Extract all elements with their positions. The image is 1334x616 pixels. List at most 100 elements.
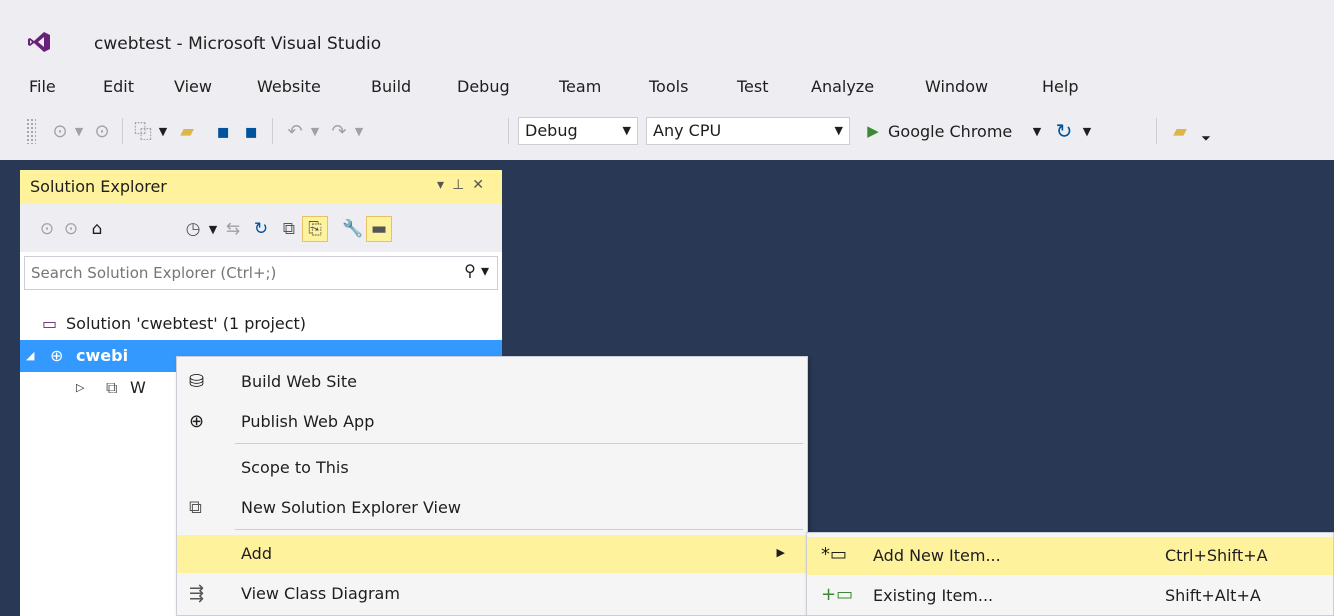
menu-item-existing-item[interactable]: +▭ Existing Item... Shift+Alt+A xyxy=(807,577,1333,615)
chevron-down-icon[interactable]: ▼ xyxy=(1080,117,1094,145)
menu-view[interactable]: View xyxy=(171,72,215,102)
menu-edit[interactable]: Edit xyxy=(100,72,137,102)
menu-item-view-class-diagram[interactable]: ⇶ View Class Diagram xyxy=(177,575,807,613)
solution-configuration-value: Debug xyxy=(525,121,578,140)
chevron-down-icon[interactable]: ▼ xyxy=(308,117,322,145)
menu-tools[interactable]: Tools xyxy=(646,72,691,102)
undo-icon[interactable]: ↶ xyxy=(282,117,308,145)
menu-bar: File Edit View Website Build Debug Team … xyxy=(0,72,1334,102)
back-icon[interactable]: ⊙ xyxy=(34,216,60,242)
menu-analyze[interactable]: Analyze xyxy=(808,72,877,102)
menu-window[interactable]: Window xyxy=(922,72,991,102)
menu-separator xyxy=(235,529,803,530)
start-debugging-icon[interactable]: ▶ xyxy=(862,117,884,145)
title-bar: cwebtest - Microsoft Visual Studio xyxy=(0,0,1334,62)
solution-configuration-dropdown[interactable]: Debug ▼ xyxy=(518,117,638,145)
chevron-down-icon[interactable]: ▼ xyxy=(352,117,366,145)
chevron-down-icon[interactable]: ▼ xyxy=(206,216,220,242)
chevron-down-icon[interactable]: ▼ xyxy=(1030,117,1044,145)
open-folder-icon[interactable]: ▰ xyxy=(174,117,200,145)
chevron-down-icon: ▼ xyxy=(834,124,843,137)
menu-team[interactable]: Team xyxy=(556,72,604,102)
menu-test[interactable]: Test xyxy=(734,72,772,102)
menu-item-new-solution-explorer-view[interactable]: ⧉ New Solution Explorer View xyxy=(177,489,807,527)
solution-explorer-search[interactable]: ⚲ ▾ xyxy=(24,256,498,290)
preview-selected-items-icon[interactable]: ▬ xyxy=(366,216,392,242)
menu-item-shortcut: Ctrl+Shift+A xyxy=(1165,546,1268,565)
save-all-icon[interactable]: ▪ xyxy=(238,117,264,145)
toolbar-options-icon[interactable]: ⏷ xyxy=(1196,124,1216,152)
menu-item-label: View Class Diagram xyxy=(241,584,400,603)
menu-separator xyxy=(235,443,803,444)
context-menu: ⛁ Build Web Site ⊕ Publish Web App Scope… xyxy=(176,356,808,616)
submenu-arrow-icon: ▶ xyxy=(776,546,785,559)
menu-item-shortcut: Shift+Alt+A xyxy=(1165,586,1261,605)
class-diagram-icon: ⇶ xyxy=(189,583,205,604)
toolbar-separator xyxy=(1156,118,1157,144)
menu-item-label: Scope to This xyxy=(241,458,349,477)
web-references-icon: ⧉ xyxy=(106,378,118,397)
publish-globe-icon: ⊕ xyxy=(189,411,205,432)
menu-website[interactable]: Website xyxy=(254,72,324,102)
pending-changes-filter-icon[interactable]: ◷ xyxy=(180,216,206,242)
menu-item-label: Publish Web App xyxy=(241,412,375,431)
chevron-down-icon: ▼ xyxy=(622,124,631,137)
forward-icon[interactable]: ⊙ xyxy=(58,216,84,242)
menu-item-build-web-site[interactable]: ⛁ Build Web Site xyxy=(177,363,807,401)
menu-item-add-new-item[interactable]: *▭ Add New Item... Ctrl+Shift+A xyxy=(807,537,1333,575)
solution-icon: ▭ xyxy=(42,314,58,333)
chevron-down-icon[interactable]: ▼ xyxy=(72,117,86,145)
menu-item-add[interactable]: Add ▶ xyxy=(177,535,807,573)
toolbar-separator xyxy=(272,118,273,144)
redo-icon[interactable]: ↷ xyxy=(326,117,352,145)
menu-debug[interactable]: Debug xyxy=(454,72,513,102)
menu-item-publish-web-app[interactable]: ⊕ Publish Web App xyxy=(177,403,807,441)
existing-item-icon: +▭ xyxy=(821,584,854,605)
panel-window-buttons: ▾⊥✕ xyxy=(437,177,492,193)
show-all-files-icon[interactable]: ⎘ xyxy=(302,216,328,242)
visual-studio-logo-icon xyxy=(28,32,50,52)
refresh-icon[interactable]: ↻ xyxy=(1050,117,1078,145)
add-submenu: *▭ Add New Item... Ctrl+Shift+A +▭ Exist… xyxy=(806,532,1334,616)
pin-icon[interactable]: ⊥ xyxy=(452,177,472,193)
menu-build[interactable]: Build xyxy=(368,72,414,102)
expand-icon[interactable]: ▷ xyxy=(76,381,84,394)
search-input[interactable] xyxy=(31,261,431,285)
close-icon[interactable]: ✕ xyxy=(472,177,492,193)
menu-item-label: Add xyxy=(241,544,272,563)
solution-platform-value: Any CPU xyxy=(653,121,722,140)
search-icon[interactable]: ⚲ ▾ xyxy=(464,261,489,280)
menu-item-scope-to-this[interactable]: Scope to This xyxy=(177,449,807,487)
navigate-back-icon[interactable]: ⊙ xyxy=(48,117,72,145)
save-icon[interactable]: ▪ xyxy=(210,117,236,145)
navigate-forward-icon[interactable]: ⊙ xyxy=(90,117,114,145)
new-view-icon: ⧉ xyxy=(189,497,202,518)
window-position-icon[interactable]: ▾ xyxy=(437,177,452,193)
tree-item-label: W xyxy=(130,378,146,397)
solution-platform-dropdown[interactable]: Any CPU ▼ xyxy=(646,117,850,145)
sync-icon[interactable]: ⇆ xyxy=(220,216,246,242)
tree-item-label: Solution 'cwebtest' (1 project) xyxy=(66,314,307,333)
chevron-down-icon[interactable]: ▼ xyxy=(156,117,170,145)
collapse-all-icon[interactable]: ⧉ xyxy=(276,216,302,242)
add-new-item-icon: *▭ xyxy=(821,544,848,565)
browser-link-icon[interactable]: ▰ xyxy=(1166,117,1194,145)
tree-item-solution[interactable]: ▭ Solution 'cwebtest' (1 project) xyxy=(20,308,502,340)
menu-item-label: Add New Item... xyxy=(873,546,1001,565)
window-title: cwebtest - Microsoft Visual Studio xyxy=(94,34,382,54)
menu-help[interactable]: Help xyxy=(1039,72,1081,102)
standard-toolbar: ⊙ ▼ ⊙ ⿻ ▼ ▰ ▪ ▪ ↶ ▼ ↷ ▼ Debug ▼ Any CPU … xyxy=(0,112,1334,150)
solution-explorer-toolbar: ⊙ ⊙ ⌂ ◷ ▼ ⇆ ↻ ⧉ ⎘ 🔧 ▬ xyxy=(20,204,502,252)
website-globe-icon: ⊕ xyxy=(50,346,64,365)
menu-item-label: Build Web Site xyxy=(241,372,357,391)
refresh-icon[interactable]: ↻ xyxy=(248,216,274,242)
home-icon[interactable]: ⌂ xyxy=(84,216,110,242)
expand-collapse-icon[interactable]: ◢ xyxy=(26,349,34,362)
new-project-icon[interactable]: ⿻ xyxy=(130,117,156,145)
properties-wrench-icon[interactable]: 🔧 xyxy=(340,216,366,242)
menu-file[interactable]: File xyxy=(26,72,59,102)
toolbar-grip[interactable] xyxy=(26,118,36,144)
toolbar-separator xyxy=(508,118,509,144)
menu-item-label: Existing Item... xyxy=(873,586,994,605)
menu-item-label: New Solution Explorer View xyxy=(241,498,461,517)
